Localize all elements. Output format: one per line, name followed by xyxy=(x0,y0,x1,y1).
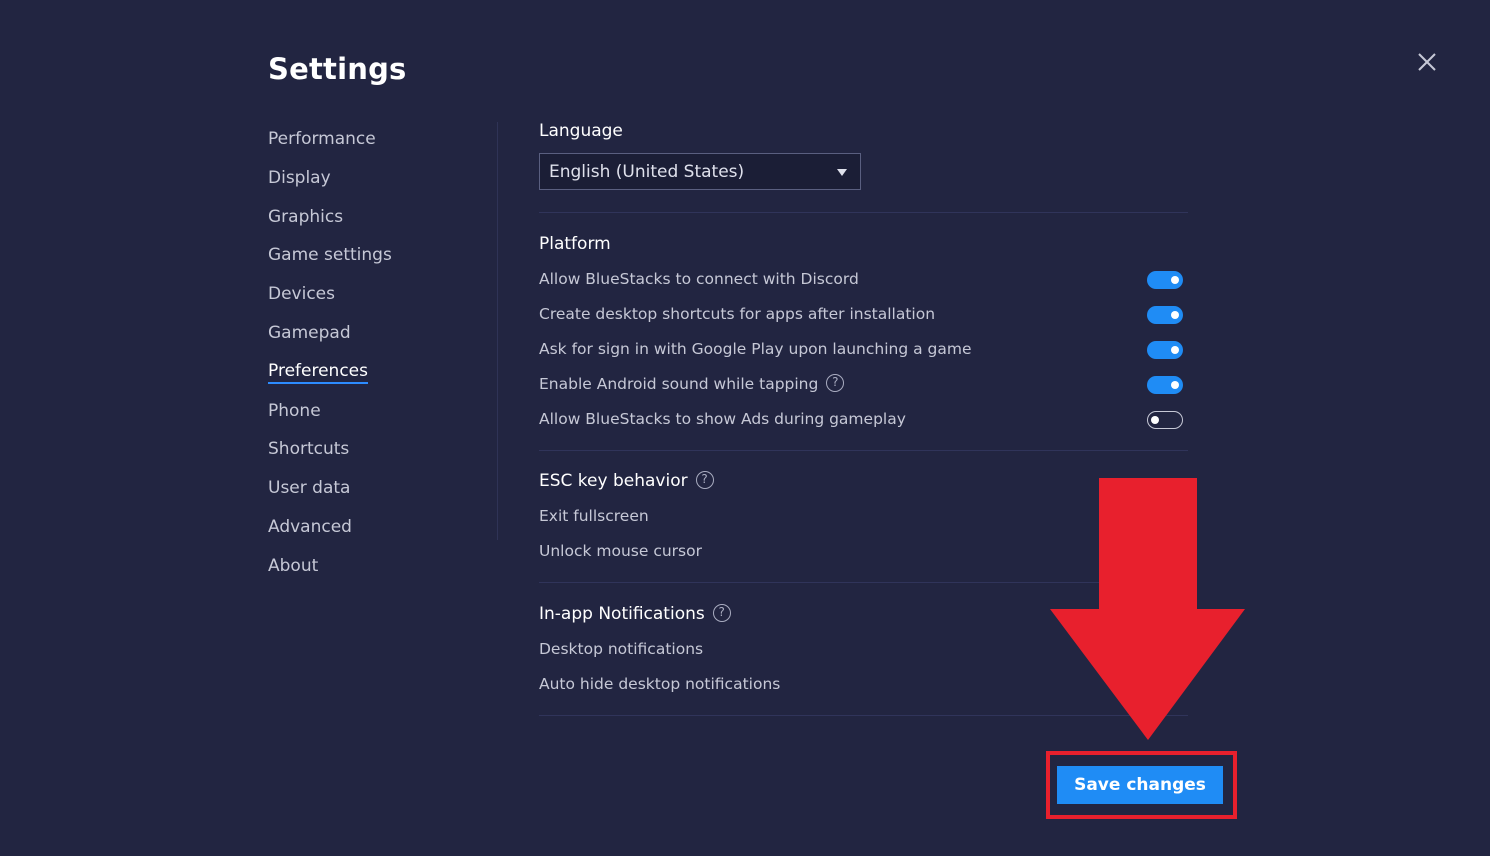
notifications-heading: In-app Notifications? xyxy=(539,603,731,624)
android-sound-option: Enable Android sound while tapping? xyxy=(539,374,845,393)
sidebar-item-shortcuts[interactable]: Shortcuts xyxy=(268,437,488,476)
sidebar-item-gamepad[interactable]: Gamepad xyxy=(268,321,488,360)
help-circle-icon[interactable]: ? xyxy=(712,603,731,622)
language-dropdown[interactable]: English (United States) xyxy=(539,153,861,190)
help-circle-icon[interactable]: ? xyxy=(826,374,845,392)
language-selected-value: English (United States) xyxy=(549,162,745,182)
google-signin-option-label: Ask for sign in with Google Play upon la… xyxy=(539,340,972,358)
sidebar-item-label: Game settings xyxy=(268,245,392,266)
sidebar-item-devices[interactable]: Devices xyxy=(268,282,488,321)
sidebar-item-label: User data xyxy=(268,478,351,499)
page-title: Settings xyxy=(268,52,407,86)
google-signin-toggle[interactable] xyxy=(1147,341,1183,359)
sidebar-item-label: Display xyxy=(268,167,331,188)
unlock-mouse-option[interactable]: Unlock mouse cursor xyxy=(539,542,702,560)
sidebar-item-label: Shortcuts xyxy=(268,439,350,460)
discord-option-label: Allow BlueStacks to connect with Discord xyxy=(539,270,859,288)
esc-key-heading-label: ESC key behavior xyxy=(539,471,688,491)
sidebar-item-label: Devices xyxy=(268,284,335,305)
sidebar-item-graphics[interactable]: Graphics xyxy=(268,205,488,244)
sidebar-item-label: Phone xyxy=(268,400,321,421)
sidebar-item-label: Preferences xyxy=(268,360,368,384)
sidebar-item-label: Advanced xyxy=(268,516,352,537)
sidebar-item-display[interactable]: Display xyxy=(268,166,488,205)
divider xyxy=(539,450,1188,451)
platform-heading: Platform xyxy=(539,234,611,254)
desktop-notifications-option[interactable]: Desktop notifications xyxy=(539,640,703,658)
sidebar-item-advanced[interactable]: Advanced xyxy=(268,515,488,554)
sidebar-item-game-settings[interactable]: Game settings xyxy=(268,243,488,282)
notifications-heading-label: In-app Notifications xyxy=(539,604,705,624)
exit-fullscreen-option[interactable]: Exit fullscreen xyxy=(539,507,649,525)
save-button[interactable]: Save changes xyxy=(1057,766,1223,804)
close-button[interactable] xyxy=(1416,51,1438,73)
help-circle-icon[interactable]: ? xyxy=(695,470,714,489)
chevron-down-icon xyxy=(837,169,847,176)
sidebar-item-performance[interactable]: Performance xyxy=(268,127,488,166)
sidebar-item-preferences[interactable]: Preferences xyxy=(268,360,488,399)
sidebar-item-label: Gamepad xyxy=(268,322,351,343)
android-sound-option-label: Enable Android sound while tapping xyxy=(539,375,819,393)
auto-hide-notifications-option[interactable]: Auto hide desktop notifications xyxy=(539,675,780,693)
ads-toggle[interactable] xyxy=(1147,411,1183,429)
sidebar-item-label: Performance xyxy=(268,129,376,149)
desktop-shortcuts-option-label: Create desktop shortcuts for apps after … xyxy=(539,305,936,323)
settings-sidebar: Performance Display Graphics Game settin… xyxy=(268,127,488,593)
divider xyxy=(539,212,1188,213)
desktop-shortcuts-toggle[interactable] xyxy=(1147,306,1183,324)
esc-key-heading: ESC key behavior? xyxy=(539,470,714,491)
sidebar-item-phone[interactable]: Phone xyxy=(268,399,488,438)
discord-toggle[interactable] xyxy=(1147,271,1183,289)
android-sound-toggle[interactable] xyxy=(1147,376,1183,394)
sidebar-item-about[interactable]: About xyxy=(268,554,488,593)
sidebar-item-user-data[interactable]: User data xyxy=(268,476,488,515)
close-icon[interactable] xyxy=(1416,51,1438,73)
ads-option-label: Allow BlueStacks to show Ads during game… xyxy=(539,410,906,428)
sidebar-divider xyxy=(497,122,498,540)
red-arrow-down-icon xyxy=(1050,478,1245,740)
language-heading: Language xyxy=(539,121,623,141)
sidebar-item-label: About xyxy=(268,555,319,576)
sidebar-item-label: Graphics xyxy=(268,206,344,227)
